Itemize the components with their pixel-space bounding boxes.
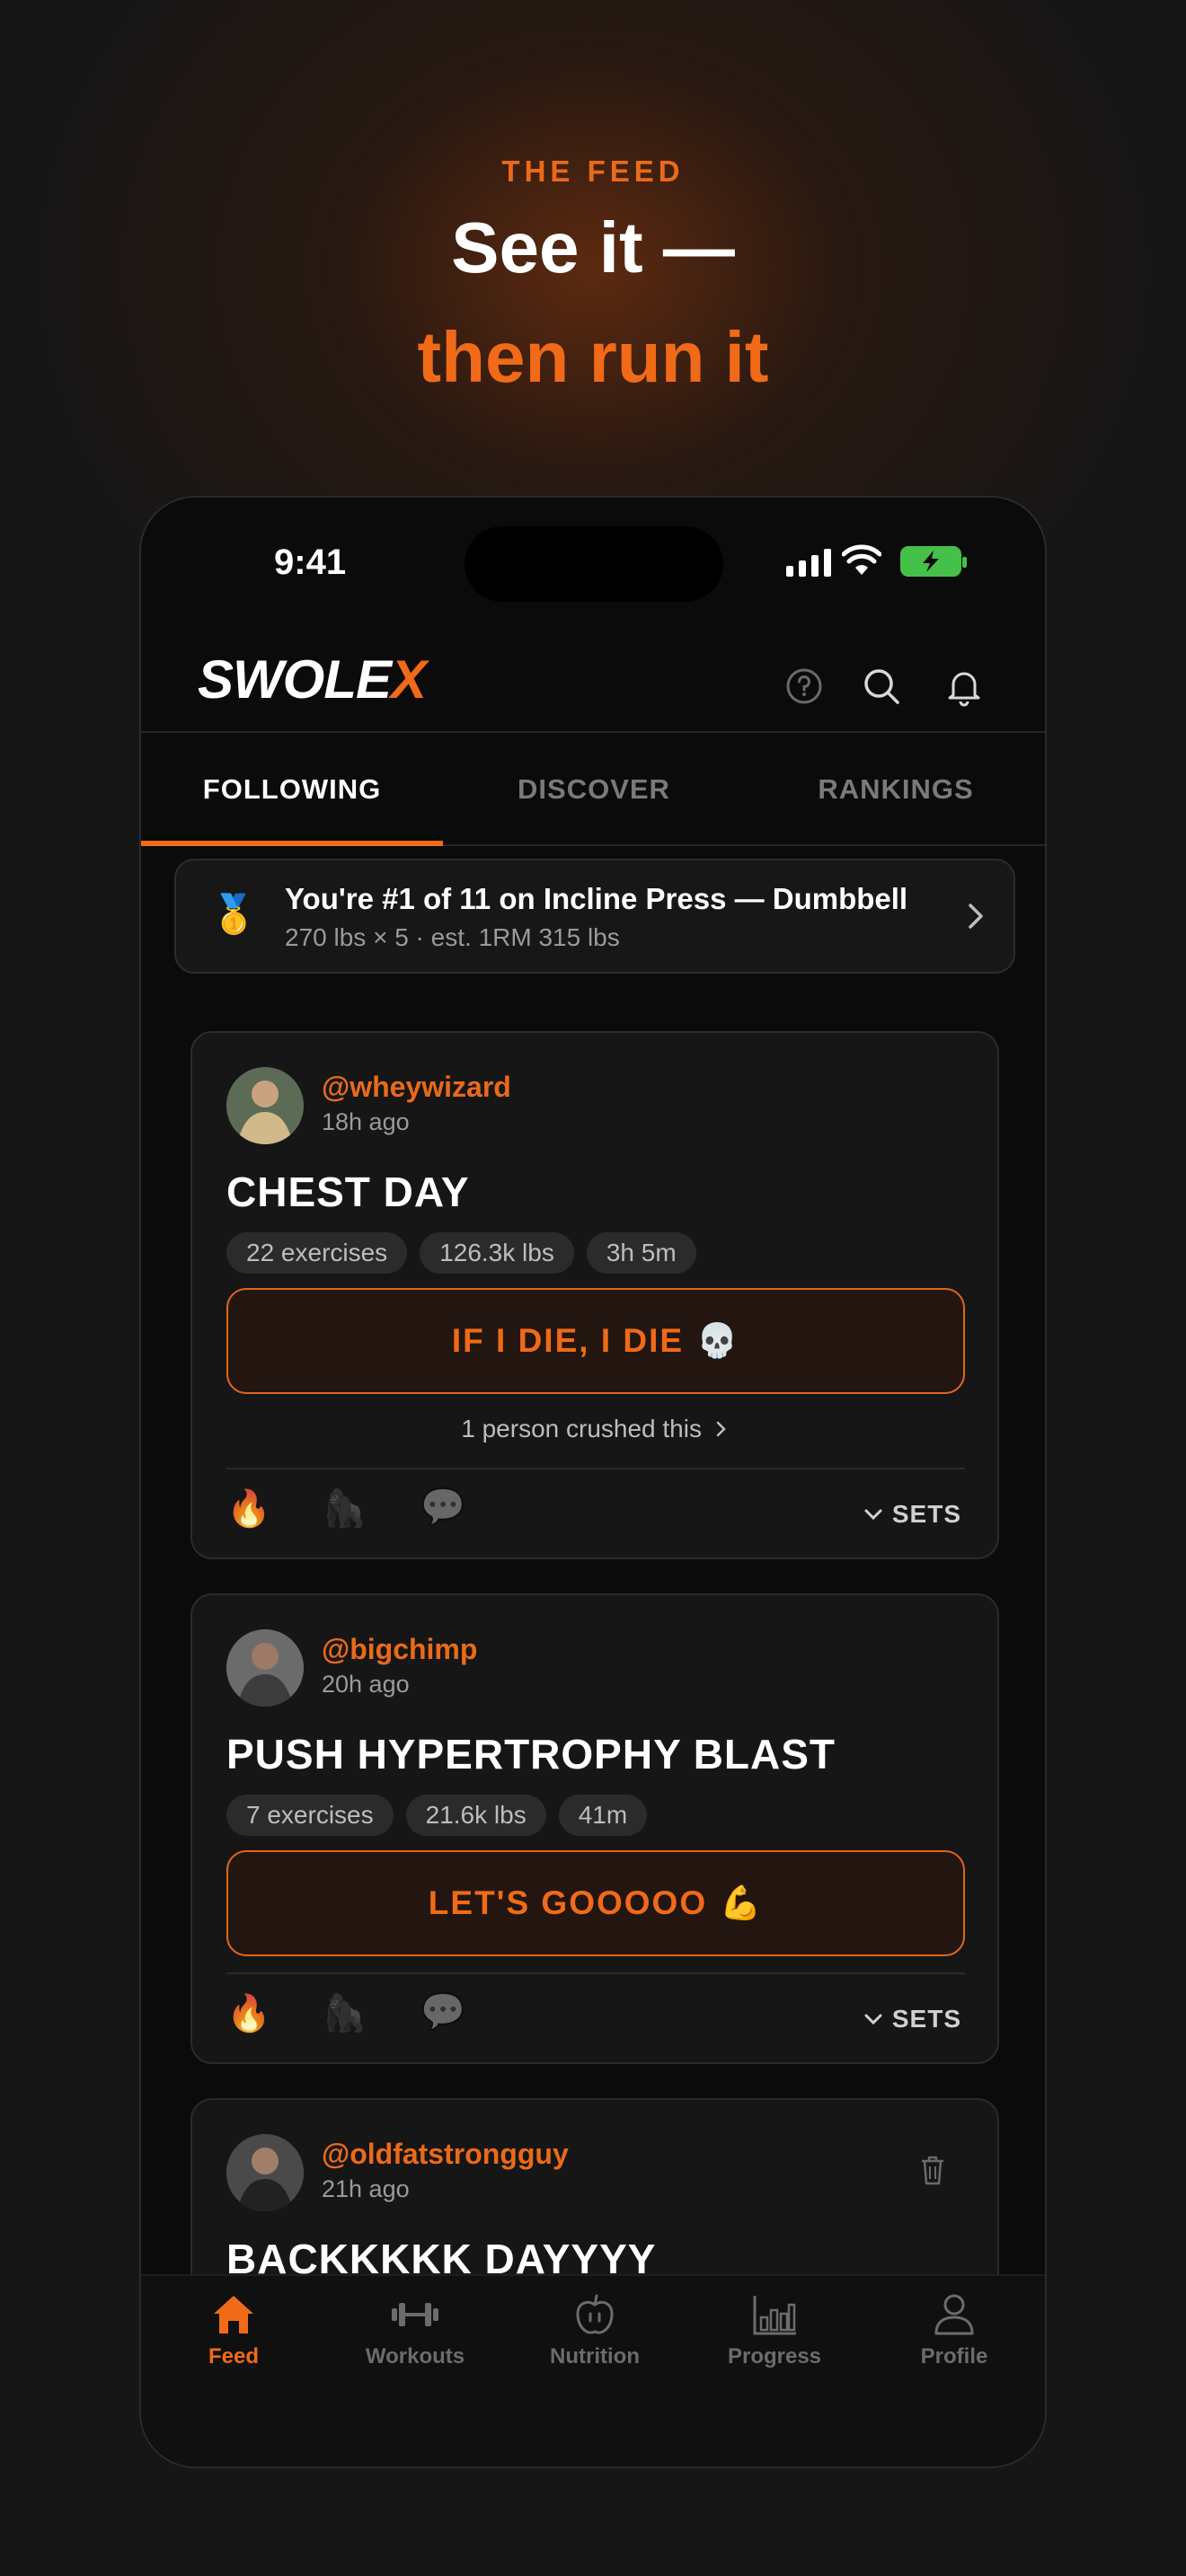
person-icon: [934, 2294, 974, 2335]
post-username[interactable]: @oldfatstrongguy: [322, 2138, 569, 2171]
workout-title: CHEST DAY: [226, 1169, 470, 1215]
nav-progress[interactable]: Progress: [685, 2292, 864, 2369]
home-icon: [214, 2296, 253, 2333]
workout-stats: 7 exercises 21.6k lbs 41m: [226, 1795, 648, 1836]
sets-toggle[interactable]: SETS: [863, 1500, 961, 1529]
battery-charging-icon: [900, 546, 967, 577]
avatar[interactable]: [226, 1067, 304, 1144]
workout-title: PUSH HYPERTROPHY BLAST: [226, 1731, 836, 1778]
nav-label: Nutrition: [550, 2344, 640, 2369]
tab-discover[interactable]: DISCOVER: [443, 735, 745, 844]
chevron-right-icon: [716, 1421, 726, 1437]
status-bar: 9:41: [141, 498, 1045, 605]
search-icon[interactable]: [860, 665, 903, 708]
cellular-signal-icon: [786, 548, 831, 577]
gorilla-reaction-button[interactable]: 🦍: [322, 1487, 367, 1530]
stat-chip-volume: 21.6k lbs: [405, 1795, 546, 1836]
run-workout-button[interactable]: IF I DIE, I DIE 💀: [226, 1288, 965, 1394]
bottom-tab-bar: Feed Workouts Nutrition Progress Profile: [141, 2274, 1045, 2466]
chevron-down-icon: [864, 1509, 882, 1521]
workout-post-card[interactable]: @wheywizard 18h ago CHEST DAY 22 exercis…: [190, 1031, 999, 1559]
fire-reaction-button[interactable]: 🔥: [226, 1487, 271, 1530]
ranking-banner[interactable]: 🥇 You're #1 of 11 on Incline Press — Dum…: [174, 859, 1015, 974]
crushed-count-link[interactable]: 1 person crushed this: [192, 1415, 997, 1443]
stat-chip-duration: 3h 5m: [586, 1232, 696, 1274]
status-time: 9:41: [274, 543, 347, 582]
nav-label: Progress: [727, 2344, 822, 2369]
trash-icon[interactable]: [918, 2154, 947, 2186]
card-divider: [226, 1972, 965, 1974]
dynamic-island: [465, 526, 723, 602]
sets-toggle[interactable]: SETS: [863, 2005, 961, 2033]
post-username[interactable]: @bigchimp: [322, 1633, 477, 1666]
skull-icon: 💀: [696, 1321, 740, 1359]
post-time: 18h ago: [322, 1108, 410, 1135]
nav-label: Feed: [208, 2344, 259, 2369]
workout-post-card[interactable]: @bigchimp 20h ago PUSH HYPERTROPHY BLAST…: [190, 1593, 999, 2064]
chevron-right-icon: [969, 904, 983, 929]
stat-chip-volume: 126.3k lbs: [420, 1232, 574, 1274]
avatar[interactable]: [226, 1629, 304, 1707]
nav-profile[interactable]: Profile: [864, 2292, 1044, 2369]
apple-icon: [576, 2294, 614, 2334]
wifi-icon: [842, 544, 881, 575]
fire-reaction-button[interactable]: 🔥: [226, 1992, 271, 2034]
hero-title-line2: then run it: [417, 317, 769, 397]
workout-stats: 22 exercises 126.3k lbs 3h 5m: [226, 1232, 696, 1274]
swolex-logo: SWOLEX: [198, 648, 427, 710]
bar-chart-icon: [753, 2296, 796, 2335]
logo-accent: X: [391, 649, 427, 710]
sets-label: SETS: [891, 2005, 961, 2033]
tab-rankings[interactable]: RANKINGS: [745, 735, 1045, 844]
cta-label: IF I DIE, I DIE: [451, 1322, 685, 1359]
gorilla-reaction-button[interactable]: 🦍: [322, 1992, 367, 2034]
nav-nutrition[interactable]: Nutrition: [505, 2292, 685, 2369]
comment-button[interactable]: 💬: [420, 1990, 465, 2033]
hero-title-line1: See it —: [451, 207, 735, 287]
nav-workouts[interactable]: Workouts: [325, 2292, 505, 2369]
banner-subtitle: 270 lbs × 5 · est. 1RM 315 lbs: [285, 923, 620, 951]
dumbbell-icon: [392, 2303, 438, 2326]
sets-label: SETS: [891, 1500, 961, 1528]
post-time: 21h ago: [322, 2175, 410, 2202]
stat-chip-exercises: 22 exercises: [226, 1232, 408, 1274]
nav-label: Workouts: [365, 2344, 465, 2369]
stat-chip-exercises: 7 exercises: [226, 1795, 394, 1836]
cta-label: LET'S GOOOOO: [428, 1884, 708, 1921]
stat-chip-duration: 41m: [558, 1795, 648, 1836]
crushed-text: 1 person crushed this: [461, 1415, 702, 1442]
tab-following[interactable]: FOLLOWING: [141, 735, 443, 846]
run-workout-button[interactable]: LET'S GOOOOO 💪: [226, 1850, 965, 1956]
banner-title: You're #1 of 11 on Incline Press — Dumbb…: [285, 882, 908, 915]
chevron-down-icon: [864, 2014, 882, 2025]
flexed-bicep-icon: 💪: [720, 1883, 764, 1921]
phone-frame: 9:41 SWOLEX FOLLOWING DISCOVER RANKINGS …: [139, 496, 1047, 2468]
avatar[interactable]: [226, 2134, 304, 2211]
bell-icon[interactable]: [943, 665, 986, 708]
card-divider: [226, 1468, 965, 1469]
app-header: SWOLEX: [141, 632, 1045, 733]
logo-main: SWOLE: [198, 649, 392, 710]
post-time: 20h ago: [322, 1671, 410, 1698]
hero-eyebrow: THE FEED: [501, 154, 685, 188]
medal-icon: 🥇: [210, 893, 258, 935]
comment-button[interactable]: 💬: [420, 1486, 465, 1528]
nav-feed[interactable]: Feed: [144, 2292, 323, 2369]
post-username[interactable]: @wheywizard: [322, 1071, 511, 1104]
nav-label: Profile: [920, 2344, 988, 2369]
feed-tabs: FOLLOWING DISCOVER RANKINGS: [141, 735, 1045, 846]
help-icon[interactable]: [783, 665, 826, 708]
